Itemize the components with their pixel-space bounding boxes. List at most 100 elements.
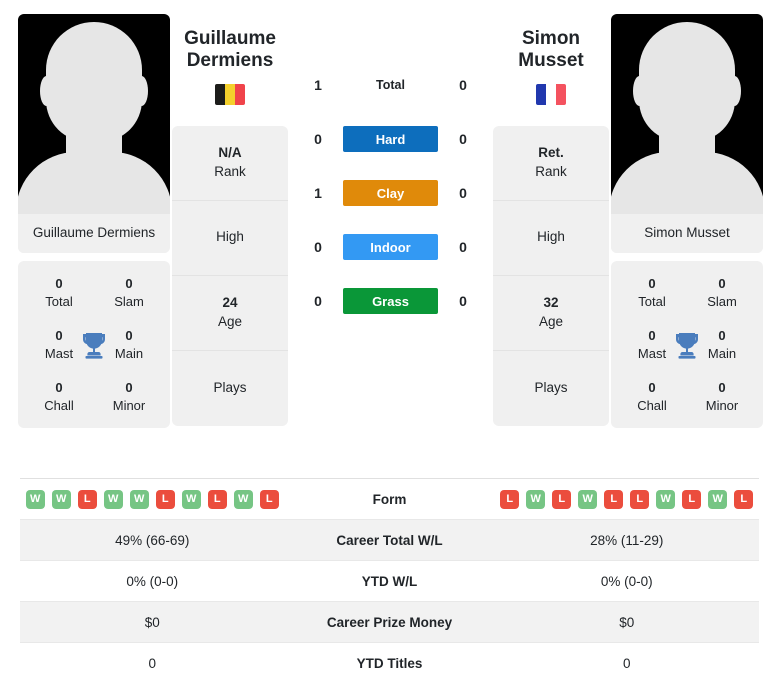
left-plays-row: Plays	[172, 351, 288, 426]
right-player-info-column: Simon Musset Ret. Rank High 32 Age Plays	[493, 14, 609, 426]
row-label-ytd-titles: YTD Titles	[356, 656, 423, 671]
stat-value: 0	[648, 276, 656, 291]
h2h-indoor-badge[interactable]: Indoor	[343, 234, 438, 260]
table-row-ytd-titles: 0 YTD Titles 0	[20, 643, 759, 684]
right-form-badges: LWLWLLWLWL	[495, 489, 760, 509]
stat-value: 0	[718, 276, 726, 291]
left-ytd-wl: 0% (0-0)	[126, 573, 179, 589]
form-badge-loss: L	[500, 489, 520, 509]
right-title-total: 0 Total	[617, 275, 687, 310]
left-career-wl: 49% (66-69)	[115, 532, 190, 548]
trophy-icon	[674, 331, 700, 359]
stat-label: Minor	[112, 397, 146, 413]
left-info-card: N/A Rank High 24 Age Plays	[172, 125, 288, 426]
stat-label: Slam	[114, 293, 144, 309]
avatar-shoulders-shape	[18, 152, 170, 214]
avatar-ear-left	[40, 76, 53, 106]
table-row-form: WWLWWLWLWL Form LWLWLLWLWL	[20, 479, 759, 520]
left-player-last-name: Dermiens	[186, 50, 274, 72]
left-player-titles-card: 0 Total 0 Slam 0 Mast 0 Main 0 Chall 0 M…	[18, 261, 170, 429]
stat-label: Total	[45, 293, 73, 309]
h2h-clay-badge[interactable]: Clay	[343, 180, 438, 206]
left-age-label: Age	[217, 313, 243, 329]
left-ytd-titles: 0	[148, 656, 156, 671]
comparison-header: Guillaume Dermiens 0 Total 0 Slam 0 Mast…	[0, 0, 779, 470]
right-title-minor: 0 Minor	[687, 379, 757, 414]
form-badge-win: W	[578, 489, 598, 509]
stat-value: 0	[718, 380, 726, 396]
left-title-slam: 0 Slam	[94, 275, 164, 310]
row-label-career-wl: Career Total W/L	[336, 532, 443, 548]
table-row-career-wl: 49% (66-69) Career Total W/L 28% (11-29)	[20, 520, 759, 561]
table-row-career-prize-money: $0 Career Prize Money $0	[20, 602, 759, 643]
form-badge-win: W	[233, 489, 253, 509]
left-player-flag-belgium	[215, 83, 245, 105]
form-badge-loss: L	[682, 489, 702, 509]
h2h-total-right-score: 0	[459, 77, 467, 93]
left-plays-label: Plays	[213, 379, 247, 395]
h2h-indoor-right-score: 0	[459, 239, 467, 255]
right-title-slam: 0 Slam	[687, 275, 757, 310]
h2h-hard-right-score: 0	[459, 131, 467, 147]
form-badge-win: W	[129, 489, 149, 509]
h2h-row-grass: 0 Grass 0	[290, 288, 491, 314]
h2h-row-indoor: 0 Indoor 0	[290, 234, 491, 260]
stat-value: 0	[648, 380, 656, 396]
form-badge-win: W	[25, 489, 45, 509]
row-label-form: Form	[372, 491, 407, 507]
left-age-row: 24 Age	[172, 276, 288, 351]
right-player-flag-france	[536, 83, 566, 105]
left-title-minor: 0 Minor	[94, 379, 164, 414]
left-high-label: High	[216, 229, 244, 245]
h2h-total-left-score: 1	[314, 77, 322, 93]
form-badge-loss: L	[734, 489, 754, 509]
left-title-chall: 0 Chall	[24, 379, 94, 414]
avatar-ear-right	[728, 76, 741, 106]
h2h-clay-left-score: 1	[314, 185, 322, 201]
right-player-titles-card: 0 Total 0 Slam 0 Mast 0 Main 0 Chall 0 M…	[611, 261, 763, 429]
table-row-ytd-wl: 0% (0-0) YTD W/L 0% (0-0)	[20, 561, 759, 602]
h2h-clay-right-score: 0	[459, 185, 467, 201]
stat-value: 0	[55, 276, 63, 291]
right-player-photo-name: Simon Musset	[611, 214, 763, 253]
stat-value: 0	[125, 276, 133, 291]
left-player-name-block: Guillaume Dermiens	[172, 28, 288, 115]
right-player-first-name: Simon	[521, 28, 581, 49]
right-player-column: Simon Musset 0 Total 0 Slam 0 Mast 0 Mai…	[611, 14, 763, 429]
left-age-value: 24	[222, 294, 238, 310]
right-title-chall: 0 Chall	[617, 379, 687, 414]
stat-label: Chall	[637, 397, 667, 413]
left-player-photo-card: Guillaume Dermiens	[18, 14, 170, 253]
h2h-grass-right-score: 0	[459, 293, 467, 309]
avatar-ear-left	[633, 76, 646, 106]
left-player-photo-name: Guillaume Dermiens	[18, 214, 170, 253]
right-career-wl: 28% (11-29)	[590, 532, 664, 548]
right-age-row: 32 Age	[493, 276, 609, 351]
form-badge-win: W	[526, 489, 546, 509]
left-rank-row: N/A Rank	[172, 126, 288, 201]
right-player-last-name: Musset	[518, 50, 584, 72]
h2h-grass-left-score: 0	[314, 293, 322, 309]
h2h-row-total: 1 Total 0	[290, 72, 491, 98]
form-badge-loss: L	[77, 489, 97, 509]
left-high-row: High	[172, 201, 288, 276]
right-age-value: 32	[543, 294, 559, 310]
left-form-badges: WWLWWLWLWL	[20, 489, 285, 509]
avatar-shoulders-shape	[611, 152, 763, 214]
h2h-hard-badge[interactable]: Hard	[343, 126, 438, 152]
h2h-grass-badge[interactable]: Grass	[343, 288, 438, 314]
avatar-ear-right	[135, 76, 148, 106]
h2h-total-label: Total	[376, 78, 405, 92]
right-ytd-wl: 0% (0-0)	[600, 573, 653, 589]
row-label-ytd-wl: YTD W/L	[361, 573, 418, 589]
form-badge-win: W	[656, 489, 676, 509]
stat-label: Chall	[44, 397, 74, 413]
right-info-card: Ret. Rank High 32 Age Plays	[493, 125, 609, 426]
form-badge-loss: L	[630, 489, 650, 509]
form-badge-loss: L	[604, 489, 624, 509]
stat-label: Slam	[707, 293, 737, 309]
right-high-row: High	[493, 201, 609, 276]
form-badge-win: W	[103, 489, 123, 509]
right-ytd-titles: 0	[622, 656, 631, 671]
left-player-info-column: Guillaume Dermiens N/A Rank High 24 Age	[172, 14, 288, 426]
